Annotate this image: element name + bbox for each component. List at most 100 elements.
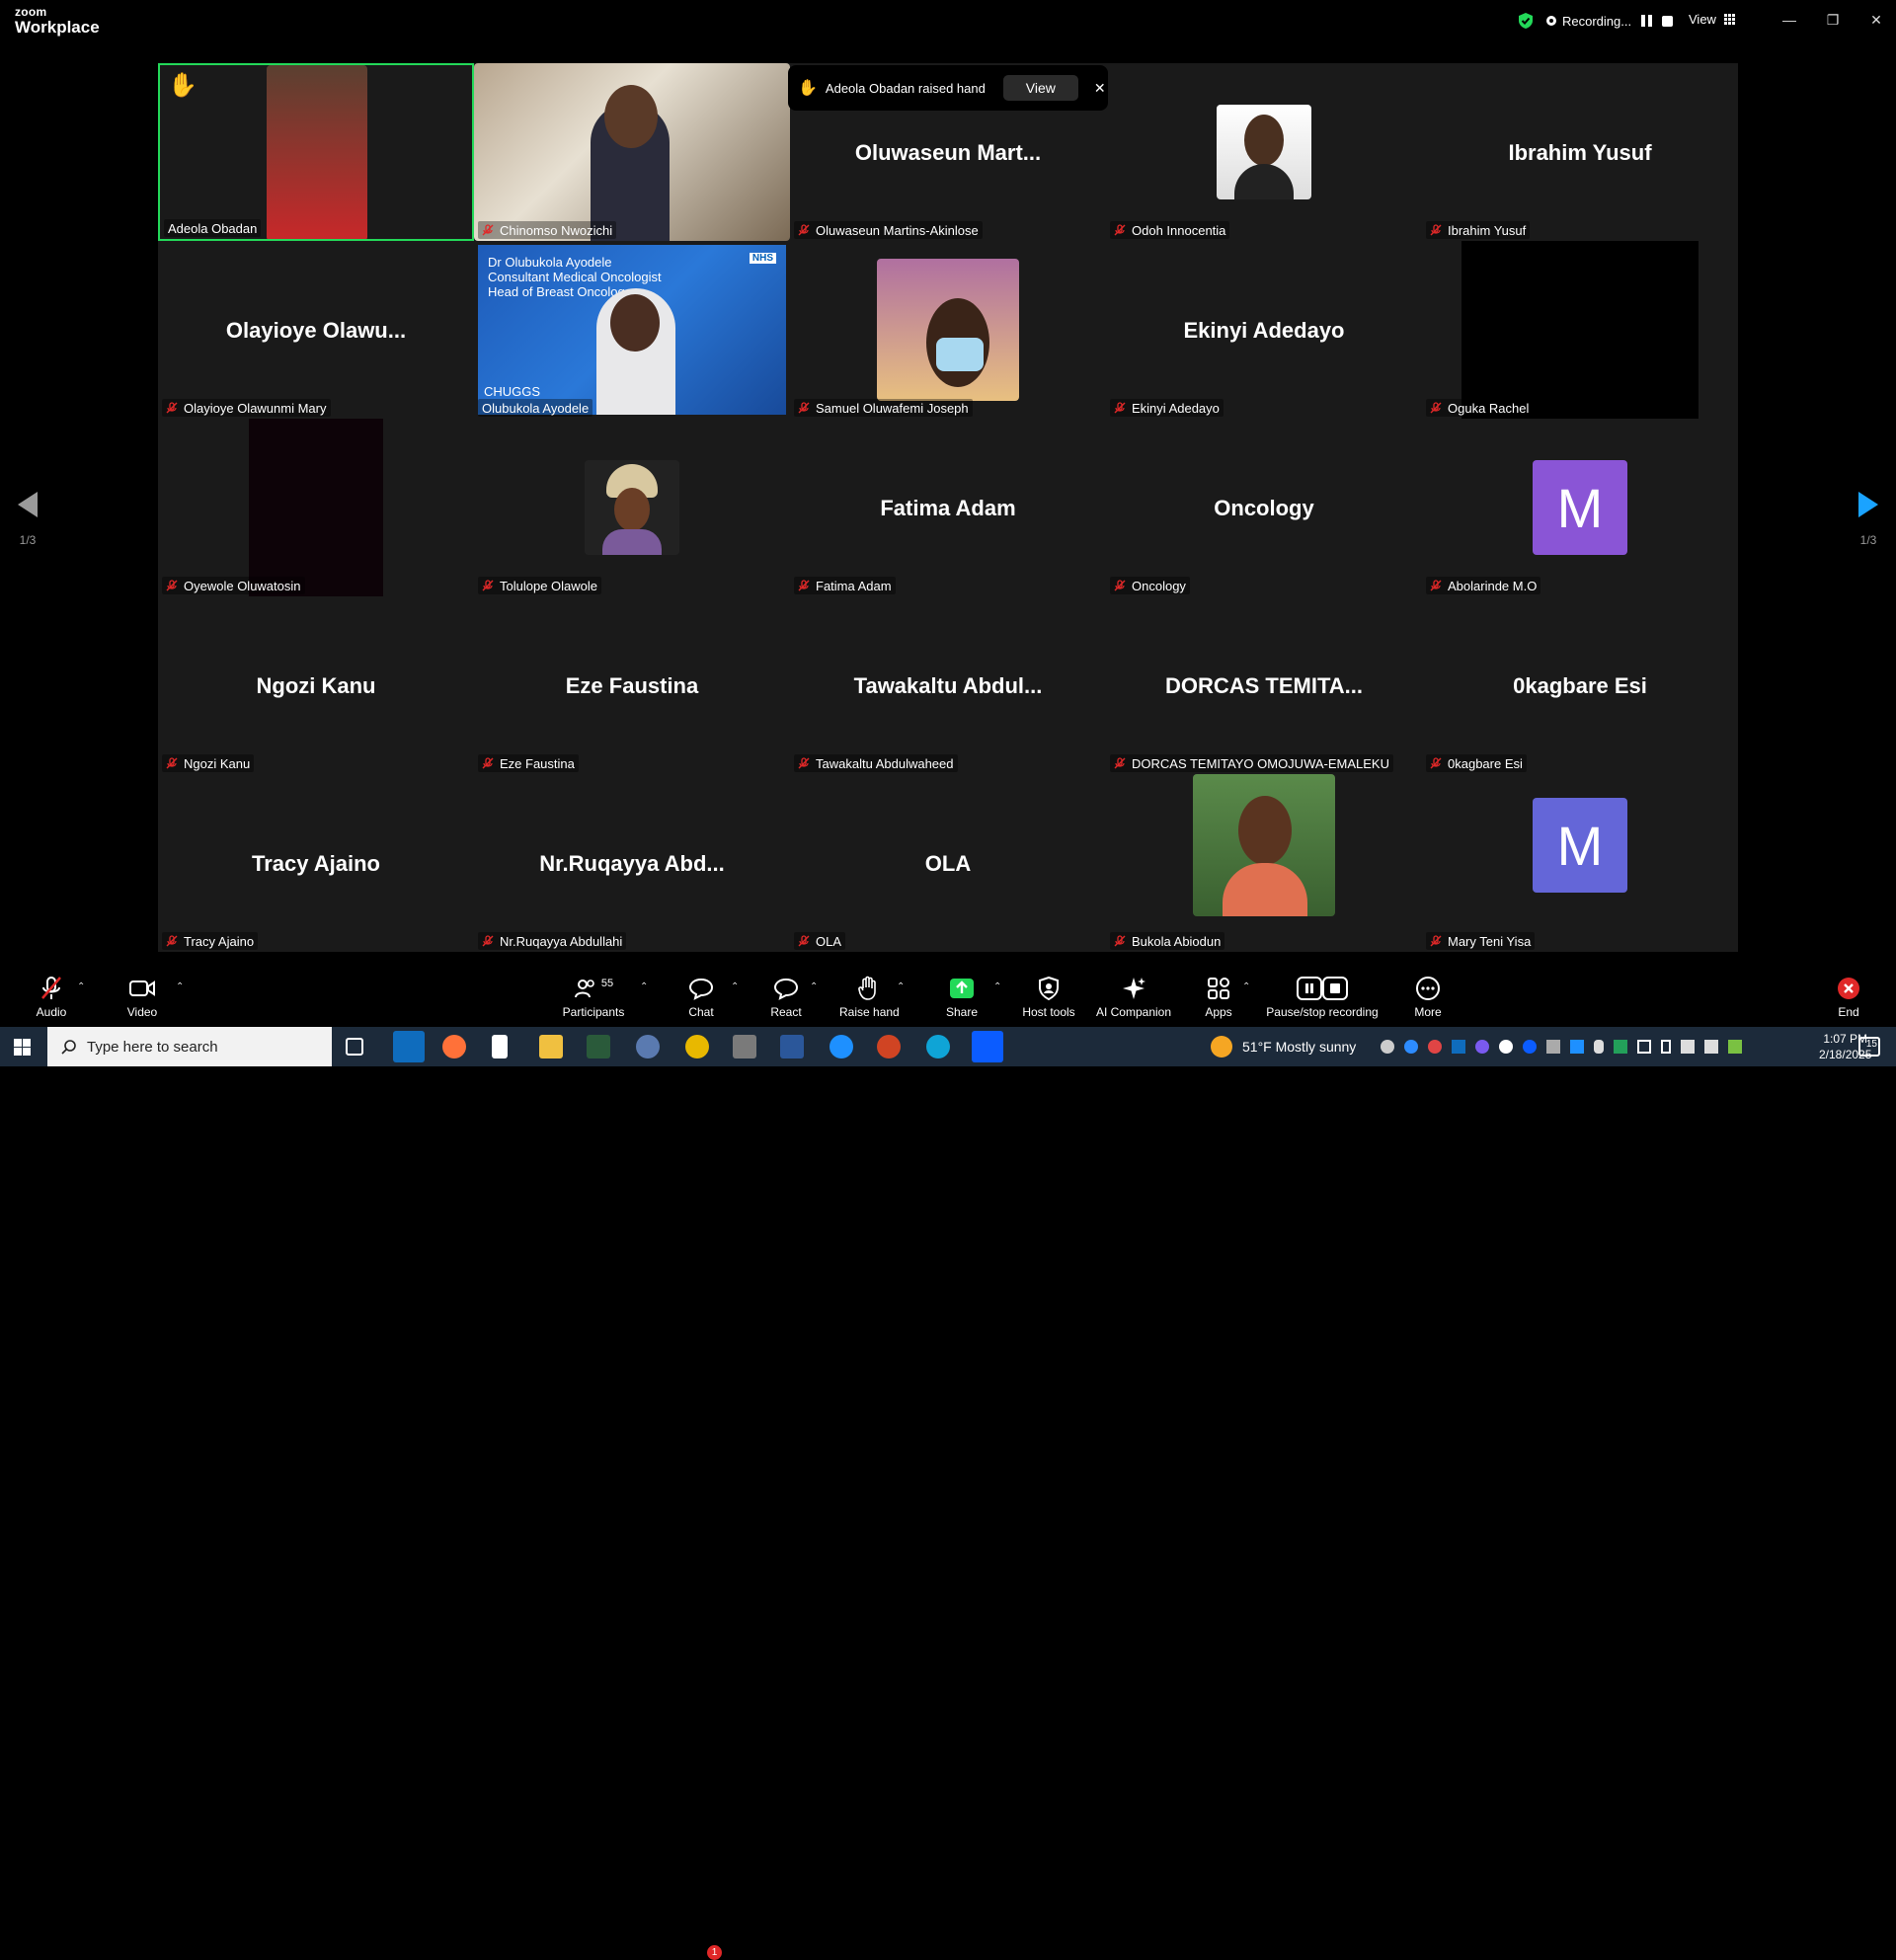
word-taskbar-icon[interactable] <box>780 1035 804 1058</box>
raise-hand-button[interactable]: Raise hand <box>839 976 900 1019</box>
participant-name-label: Oguka Rachel <box>1426 399 1534 417</box>
windows-start-icon[interactable] <box>14 1039 31 1056</box>
minimize-button[interactable]: — <box>1768 0 1811 39</box>
participant-tile[interactable]: OLA OLA <box>790 774 1106 952</box>
react-options-chevron-icon[interactable]: ⌃ <box>810 981 818 992</box>
participant-tile[interactable]: Nr.Ruqayya Abd... Nr.Ruqayya Abdullahi <box>474 774 790 952</box>
notifications-icon[interactable]: 15 <box>1858 1037 1880 1057</box>
raised-hand-icon: ✋ <box>798 80 818 97</box>
participant-name-label: Mary Teni Yisa <box>1426 932 1536 950</box>
next-page-button[interactable]: 1/3 <box>1858 492 1878 547</box>
webex-taskbar-icon[interactable] <box>830 1035 853 1058</box>
audio-button[interactable]: Audio <box>34 976 69 1019</box>
participant-tile[interactable]: Oguka Rachel <box>1422 241 1738 419</box>
participant-tile[interactable]: 0kagbare Esi 0kagbare Esi <box>1422 596 1738 774</box>
participant-tile[interactable]: Tracy Ajaino Tracy Ajaino <box>158 774 474 952</box>
close-window-button[interactable]: ✕ <box>1855 0 1896 39</box>
taskbar-search-box[interactable]: Type here to search <box>47 1027 332 1066</box>
more-button[interactable]: More <box>1410 976 1446 1019</box>
participant-tile[interactable]: Oyewole Oluwatosin <box>158 419 474 596</box>
participant-tile[interactable]: M Abolarinde M.O <box>1422 419 1738 596</box>
participant-video <box>249 419 383 596</box>
participants-button[interactable]: 55 Participants <box>559 976 628 1019</box>
apps-options-chevron-icon[interactable]: ⌃ <box>1242 981 1250 992</box>
tray-icon[interactable] <box>1475 1040 1489 1054</box>
view-button[interactable]: View <box>1689 12 1735 27</box>
audio-options-chevron-icon[interactable]: ⌃ <box>77 981 85 992</box>
participant-tile[interactable]: Olayioye Olawu... Olayioye Olawunmi Mary <box>158 241 474 419</box>
participant-tile[interactable]: Samuel Oluwafemi Joseph <box>790 241 1106 419</box>
bluetooth-icon[interactable] <box>1570 1040 1584 1054</box>
participants-options-chevron-icon[interactable]: ⌃ <box>640 981 648 992</box>
raise-hand-options-chevron-icon[interactable]: ⌃ <box>897 981 905 992</box>
file-explorer-taskbar-icon[interactable] <box>539 1035 563 1058</box>
participant-tile[interactable]: Tawakaltu Abdul... Tawakaltu Abdulwaheed <box>790 596 1106 774</box>
participant-tile[interactable]: Tolulope Olawole <box>474 419 790 596</box>
participant-tile[interactable]: Dr Olubukola Ayodele Consultant Medical O… <box>474 241 790 419</box>
participant-tile[interactable]: Ekinyi Adedayo Ekinyi Adedayo <box>1106 241 1422 419</box>
tray-icon[interactable] <box>1523 1040 1537 1054</box>
end-meeting-button[interactable]: End <box>1831 976 1866 1019</box>
microphone-icon[interactable] <box>1594 1040 1604 1054</box>
task-view-icon[interactable] <box>346 1038 363 1056</box>
wifi-icon[interactable] <box>1681 1040 1695 1054</box>
volume-icon[interactable] <box>1704 1040 1718 1054</box>
previous-page-button[interactable]: 1/3 <box>18 492 38 547</box>
restore-button[interactable]: ❐ <box>1811 0 1855 39</box>
mic-muted-icon <box>798 402 816 414</box>
participant-photo <box>1193 774 1335 916</box>
firefox-taskbar-icon[interactable] <box>442 1035 466 1058</box>
participant-tile[interactable]: Fatima Adam Fatima Adam <box>790 419 1106 596</box>
participant-display-name: DORCAS TEMITA... <box>1164 673 1364 698</box>
recording-dot-icon <box>1546 16 1556 26</box>
weather-widget[interactable]: 51°F Mostly sunny <box>1211 1027 1356 1066</box>
chat-options-chevron-icon[interactable]: ⌃ <box>731 981 739 992</box>
toast-close-icon[interactable]: ✕ <box>1094 80 1106 97</box>
tray-icon[interactable] <box>1499 1040 1513 1054</box>
text-app-taskbar-icon[interactable] <box>733 1035 756 1058</box>
stop-recording-icon[interactable] <box>1662 15 1674 27</box>
tray-icon[interactable] <box>1404 1040 1418 1054</box>
nvidia-icon[interactable] <box>1728 1040 1742 1054</box>
participant-tile[interactable]: M Mary Teni Yisa <box>1422 774 1738 952</box>
participant-tile[interactable]: ✋ Adeola Obadan <box>158 63 474 241</box>
participant-tile[interactable]: Ngozi Kanu Ngozi Kanu <box>158 596 474 774</box>
tray-icon[interactable] <box>1614 1040 1627 1054</box>
file-taskbar-icon[interactable] <box>492 1035 508 1058</box>
battery-icon[interactable] <box>1637 1040 1651 1054</box>
ai-companion-button[interactable]: AI Companion <box>1094 976 1173 1019</box>
tray-icon[interactable] <box>1381 1040 1394 1054</box>
tray-icon[interactable] <box>1452 1040 1465 1054</box>
participant-tile[interactable]: Eze Faustina Eze Faustina <box>474 596 790 774</box>
zoom-taskbar-icon[interactable] <box>972 1031 1003 1062</box>
participant-name-label: Ibrahim Yusuf <box>1426 221 1531 239</box>
apps-button[interactable]: Apps <box>1201 976 1236 1019</box>
outlook-taskbar-icon[interactable] <box>393 1031 425 1062</box>
edge-taskbar-icon[interactable] <box>926 1035 950 1058</box>
video-options-chevron-icon[interactable]: ⌃ <box>176 981 184 992</box>
pause-stop-recording-button[interactable]: Pause/stop recording <box>1266 976 1379 1019</box>
tray-icon[interactable] <box>1546 1040 1560 1054</box>
react-heart-icon <box>773 978 799 1000</box>
video-button[interactable]: Video <box>124 976 160 1019</box>
tray-icon[interactable] <box>1428 1040 1442 1054</box>
participant-tile[interactable]: Ibrahim Yusuf Ibrahim Yusuf <box>1422 63 1738 241</box>
toast-view-button[interactable]: View <box>1002 75 1078 101</box>
app-taskbar-icon[interactable] <box>587 1035 610 1058</box>
chrome-taskbar-icon[interactable] <box>685 1035 709 1058</box>
participant-tile[interactable]: Oncology Oncology <box>1106 419 1422 596</box>
chat-button[interactable]: Chat <box>683 976 719 1019</box>
powerpoint-taskbar-icon[interactable] <box>877 1035 901 1058</box>
share-button[interactable]: Share <box>944 976 980 1019</box>
participant-tile[interactable]: Bukola Abiodun <box>1106 774 1422 952</box>
react-button[interactable]: React <box>768 976 804 1019</box>
share-options-chevron-icon[interactable]: ⌃ <box>993 981 1001 992</box>
host-tools-button[interactable]: Host tools <box>1021 976 1076 1019</box>
pause-recording-icon[interactable] <box>1641 15 1653 27</box>
participant-tile[interactable]: DORCAS TEMITA... DORCAS TEMITAYO OMOJUWA-… <box>1106 596 1422 774</box>
usb-icon[interactable] <box>1661 1040 1671 1054</box>
sun-icon <box>1211 1036 1232 1058</box>
participant-tile[interactable]: Chinomso Nwozichi <box>474 63 790 241</box>
participant-tile[interactable]: Odoh Innocentia <box>1106 63 1422 241</box>
app2-taskbar-icon[interactable] <box>636 1035 660 1058</box>
